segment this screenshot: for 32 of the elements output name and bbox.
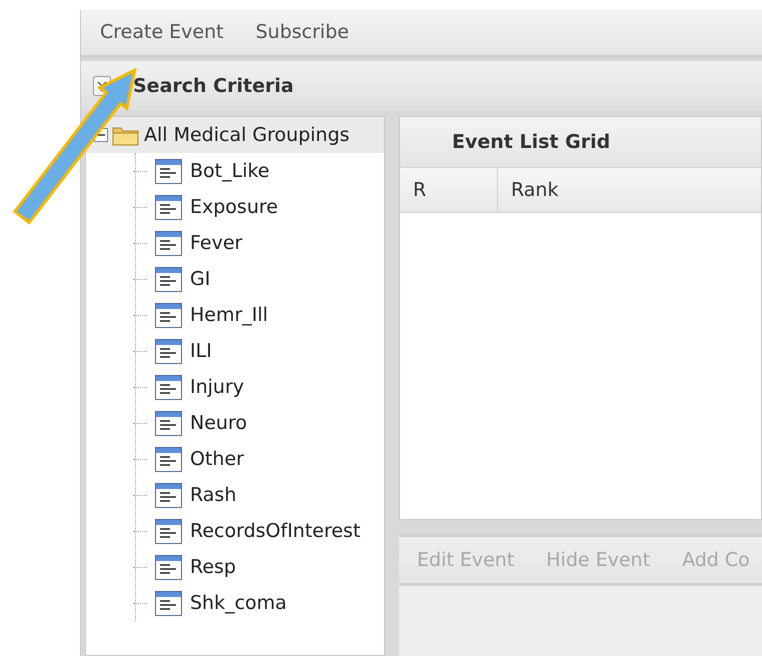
tree-item[interactable]: Neuro <box>190 408 247 438</box>
tree-item[interactable]: Exposure <box>190 192 278 222</box>
list-icon <box>155 374 182 400</box>
list-icon <box>155 266 182 292</box>
tree-item[interactable]: Other <box>190 444 244 474</box>
list-icon <box>155 230 182 256</box>
list-icon <box>155 338 182 364</box>
toolbar-button[interactable]: Subscribe <box>256 18 349 47</box>
list-icon <box>155 158 182 184</box>
panel-title: Search Criteria <box>133 74 294 99</box>
tree-item[interactable]: GI <box>190 264 210 294</box>
tree-item[interactable]: Bot_Like <box>190 156 270 186</box>
tree-item[interactable]: Resp <box>190 552 236 582</box>
toolbar-button[interactable]: Create Event <box>100 18 224 47</box>
list-icon <box>155 194 182 220</box>
list-icon <box>155 518 182 544</box>
tree-item[interactable]: Hemr_Ill <box>190 300 268 330</box>
tree-item[interactable]: ILI <box>190 336 212 366</box>
tree-item[interactable]: RecordsOfInterest <box>190 516 360 546</box>
list-icon <box>155 446 182 472</box>
list-icon <box>155 482 182 508</box>
column-header[interactable]: R <box>400 168 498 212</box>
grid-title: Event List Grid <box>452 130 610 155</box>
tree-item[interactable]: Shk_coma <box>190 588 287 618</box>
tree-item[interactable]: Injury <box>190 372 244 402</box>
list-icon <box>155 590 182 616</box>
tree-item[interactable]: Rash <box>190 480 236 510</box>
list-icon <box>155 302 182 328</box>
column-header[interactable]: Rank <box>498 168 761 212</box>
list-icon <box>155 554 182 580</box>
tree-item[interactable]: Fever <box>190 228 242 258</box>
list-icon <box>155 410 182 436</box>
